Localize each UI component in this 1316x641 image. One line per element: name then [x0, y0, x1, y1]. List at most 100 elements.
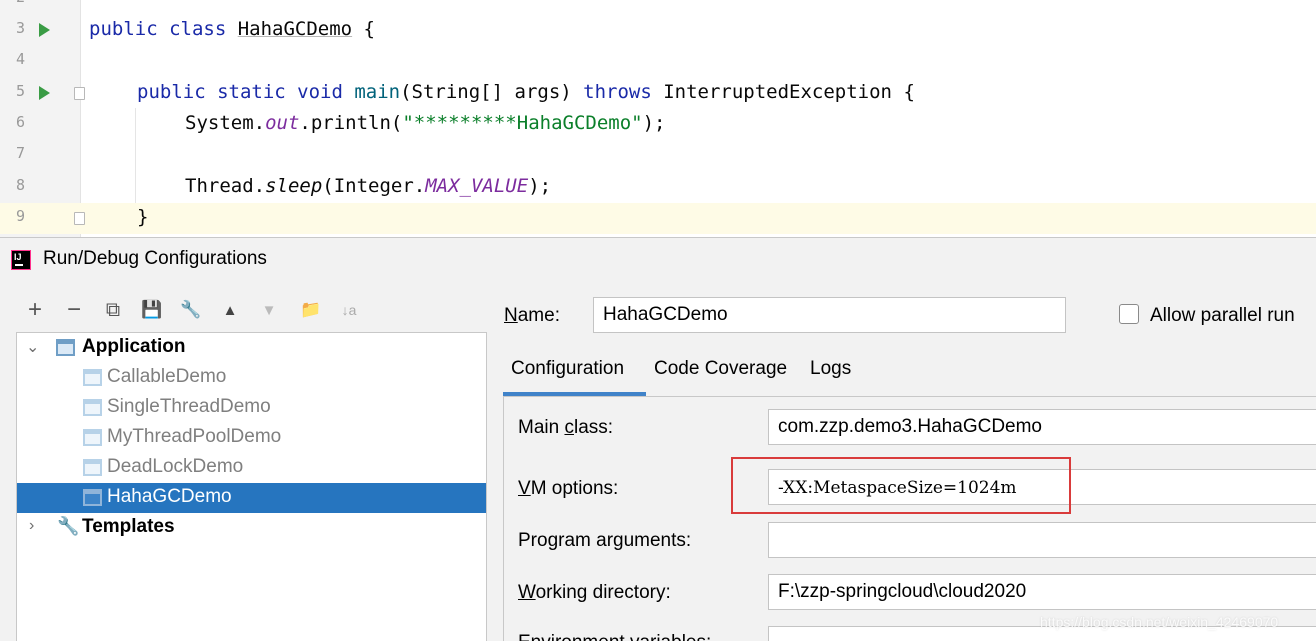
code-end: );	[642, 112, 666, 134]
code-line-2: 2	[0, 0, 1316, 15]
code-text: public class HahaGCDemo {	[89, 18, 375, 40]
tree-item-singlethreaddemo[interactable]: SingleThreadDemo	[17, 393, 486, 423]
line-number: 3	[15, 19, 25, 37]
configuration-icon	[83, 489, 102, 506]
configuration-icon	[83, 429, 102, 446]
code-line-7: 7	[0, 140, 1316, 171]
tab-code-coverage[interactable]: Code Coverage	[654, 358, 787, 380]
save-configuration-button[interactable]: 💾	[135, 292, 169, 328]
red-highlight-box	[731, 457, 1071, 514]
fold-marker-icon[interactable]	[74, 87, 85, 100]
tree-item-label: MyThreadPoolDemo	[107, 426, 282, 447]
move-into-folder-button[interactable]: 📁	[294, 292, 328, 328]
allow-parallel-run-label[interactable]: Allow parallel run	[1150, 305, 1295, 327]
code-string: "*********HahaGCDemo"	[402, 112, 643, 134]
application-icon	[56, 339, 75, 356]
code-keyword: throws	[583, 81, 652, 103]
tab-logs[interactable]: Logs	[810, 358, 851, 380]
line-number: 2	[0, 0, 25, 6]
tree-item-callabledemo[interactable]: CallableDemo	[17, 363, 486, 393]
code-method-name: main	[354, 81, 401, 103]
code-class-name: HahaGCDemo	[237, 18, 353, 40]
code-brace: {	[352, 18, 375, 40]
line-number: 9	[15, 207, 25, 225]
code-end: );	[528, 175, 552, 197]
code-text: Thread.sleep(Integer.MAX_VALUE);	[185, 175, 551, 197]
line-number: 6	[15, 113, 25, 131]
mnemonic: c	[564, 417, 574, 438]
program-arguments-label: Program arguments:	[518, 530, 692, 551]
code-line-6: 6 System.out.println("*********HahaGCDem…	[0, 109, 1316, 140]
label-text: M options:	[530, 478, 619, 499]
label-text: Main	[518, 417, 565, 438]
vm-options-label: VM options:	[518, 478, 618, 500]
line-number: 8	[15, 176, 25, 194]
program-arguments-input[interactable]	[768, 522, 1316, 558]
tree-node-application[interactable]: ⌄ Application	[17, 333, 486, 363]
tree-item-label: CallableDemo	[107, 366, 227, 387]
name-label: Name:	[504, 305, 560, 327]
fold-marker-icon[interactable]	[74, 212, 85, 225]
dialog-title-bar[interactable]: IJ Run/Debug Configurations	[0, 238, 1316, 282]
sort-configurations-button[interactable]: ↓a	[332, 292, 366, 328]
configurations-tree[interactable]: ⌄ Application CallableDemo SingleThreadD…	[16, 332, 487, 641]
chevron-right-icon[interactable]: ›	[29, 517, 34, 535]
working-directory-label: Working directory:	[518, 582, 671, 604]
code-keyword: public static void	[137, 81, 355, 103]
code-keyword: public class	[89, 18, 238, 40]
logo-text: IJ	[14, 252, 22, 262]
label-text: lass:	[573, 417, 614, 438]
tab-configuration[interactable]: Configuration	[511, 358, 624, 380]
code-static-method: sleep	[265, 175, 323, 197]
code-call: (Integer.	[322, 175, 426, 197]
run-debug-configurations-dialog: IJ Run/Debug Configurations + − ⧉ 💾 🔧 ▲ …	[0, 237, 1316, 641]
code-params: (String[] args)	[400, 81, 584, 103]
run-method-icon[interactable]	[39, 86, 50, 100]
code-line-4: 4	[0, 46, 1316, 77]
code-line-5: 5 public static void main(String[] args)…	[0, 78, 1316, 109]
run-class-icon[interactable]	[39, 23, 50, 37]
configuration-icon	[83, 399, 102, 416]
code-class-ref: System.	[185, 112, 266, 134]
tree-node-label: Application	[82, 336, 186, 357]
tree-item-deadlockdemo[interactable]: DeadLockDemo	[17, 453, 486, 483]
main-class-input[interactable]: com.zzp.demo3.HahaGCDemo	[768, 409, 1316, 445]
add-configuration-button[interactable]: +	[18, 292, 52, 328]
move-down-button[interactable]: ▼	[252, 292, 286, 328]
code-text: public static void main(String[] args) t…	[137, 81, 915, 103]
line-number: 4	[15, 50, 25, 68]
working-directory-input[interactable]: F:\zzp-springcloud\cloud2020	[768, 574, 1316, 610]
configuration-icon	[83, 369, 102, 386]
tree-item-label: HahaGCDemo	[107, 486, 232, 507]
code-editor[interactable]: 2 3 public class HahaGCDemo { 4 5 public…	[0, 0, 1316, 237]
configurations-toolbar: + − ⧉ 💾 🔧 ▲ ▼ 📁 ↓a	[14, 292, 484, 332]
tree-item-mythreadpooldemo[interactable]: MyThreadPoolDemo	[17, 423, 486, 453]
tree-node-label: Templates	[82, 516, 175, 537]
code-exception: InterruptedException {	[651, 81, 915, 103]
allow-parallel-run-checkbox[interactable]	[1119, 304, 1139, 324]
copy-configuration-button[interactable]: ⧉	[96, 292, 130, 328]
code-line-3: 3 public class HahaGCDemo {	[0, 15, 1316, 46]
configuration-icon	[83, 459, 102, 476]
code-text: System.out.println("*********HahaGCDemo"…	[185, 112, 665, 134]
name-input[interactable]: HahaGCDemo	[593, 297, 1066, 333]
code-line-8: 8 Thread.sleep(Integer.MAX_VALUE);	[0, 172, 1316, 203]
main-class-label: Main class:	[518, 417, 613, 439]
code-static-field: MAX_VALUE	[425, 175, 529, 197]
line-number: 5	[15, 82, 25, 100]
code-call: .println(	[299, 112, 403, 134]
move-up-button[interactable]: ▲	[213, 292, 247, 328]
mnemonic: W	[518, 582, 536, 603]
intellij-logo-icon: IJ	[11, 250, 31, 270]
mnemonic: N	[504, 305, 518, 326]
tree-node-templates[interactable]: › 🔧 Templates	[17, 513, 486, 543]
watermark: https://blog.csdn.net/weixin_42469070	[1040, 614, 1279, 630]
edit-defaults-button[interactable]: 🔧	[174, 292, 208, 328]
label-text: orking directory:	[535, 582, 671, 603]
code-text: }	[137, 206, 149, 228]
chevron-down-icon[interactable]: ⌄	[26, 337, 39, 357]
code-line-9: 9 }	[0, 203, 1316, 234]
remove-configuration-button[interactable]: −	[57, 292, 91, 328]
tree-item-hahagcdemo[interactable]: HahaGCDemo	[17, 483, 486, 513]
tree-item-label: SingleThreadDemo	[107, 396, 271, 417]
